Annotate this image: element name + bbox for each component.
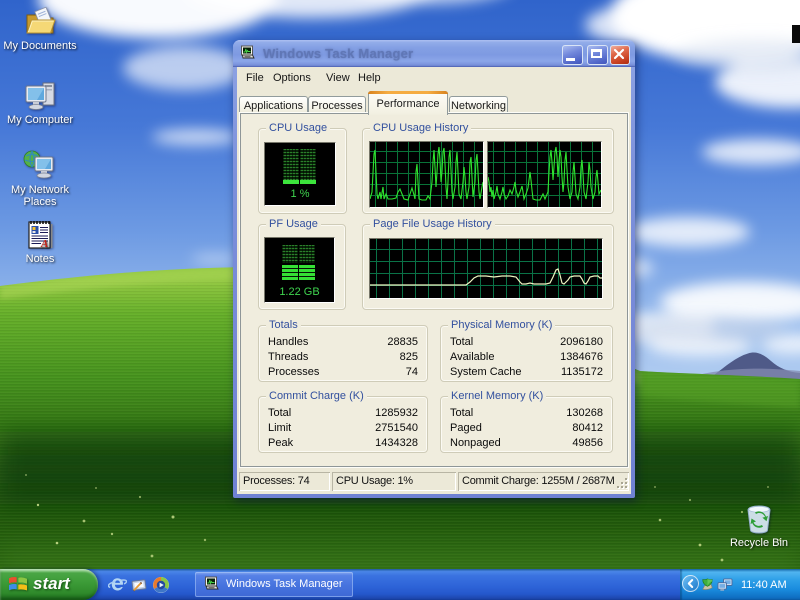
svg-text:A: A — [40, 238, 48, 250]
